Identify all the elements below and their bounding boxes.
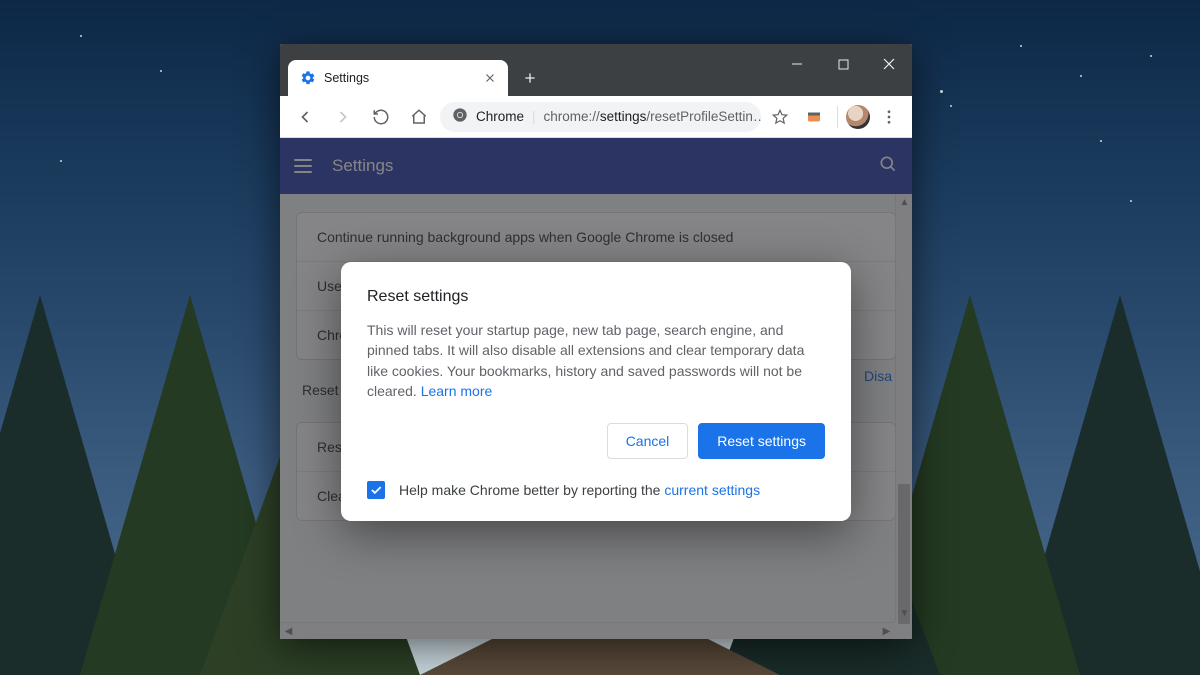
reload-button[interactable] [364, 100, 398, 134]
dialog-body: This will reset your startup page, new t… [367, 320, 825, 401]
cancel-button[interactable]: Cancel [607, 423, 689, 459]
forward-button[interactable] [326, 100, 360, 134]
reset-settings-button[interactable]: Reset settings [698, 423, 825, 459]
chrome-icon [452, 107, 468, 126]
home-button[interactable] [402, 100, 436, 134]
address-bar[interactable]: Chrome | chrome://settings/resetProfileS… [440, 102, 761, 132]
security-chip: Chrome [476, 109, 524, 124]
learn-more-link[interactable]: Learn more [421, 383, 493, 399]
minimize-button[interactable] [774, 44, 820, 84]
browser-tab[interactable]: Settings [288, 60, 508, 96]
current-settings-link[interactable]: current settings [664, 482, 760, 498]
profile-avatar[interactable] [846, 105, 870, 129]
report-checkbox[interactable] [367, 481, 385, 499]
chrome-window: Settings Chrome | chrome://settings/rese… [280, 44, 912, 639]
reset-settings-dialog: Reset settings This will reset your star… [341, 262, 851, 521]
dialog-title: Reset settings [367, 288, 825, 306]
tab-close-button[interactable] [482, 70, 498, 86]
window-close-button[interactable] [866, 44, 912, 84]
back-button[interactable] [288, 100, 322, 134]
maximize-button[interactable] [820, 44, 866, 84]
tab-title: Settings [324, 71, 474, 85]
bookmark-star-button[interactable] [765, 102, 795, 132]
gear-icon [300, 70, 316, 86]
chrome-menu-button[interactable] [874, 102, 904, 132]
checkbox-label: Help make Chrome better by reporting the… [399, 482, 760, 498]
toolbar: Chrome | chrome://settings/resetProfileS… [280, 96, 912, 138]
extension-icon[interactable] [799, 102, 829, 132]
titlebar: Settings [280, 44, 912, 96]
new-tab-button[interactable] [516, 64, 544, 92]
window-controls [774, 44, 912, 84]
